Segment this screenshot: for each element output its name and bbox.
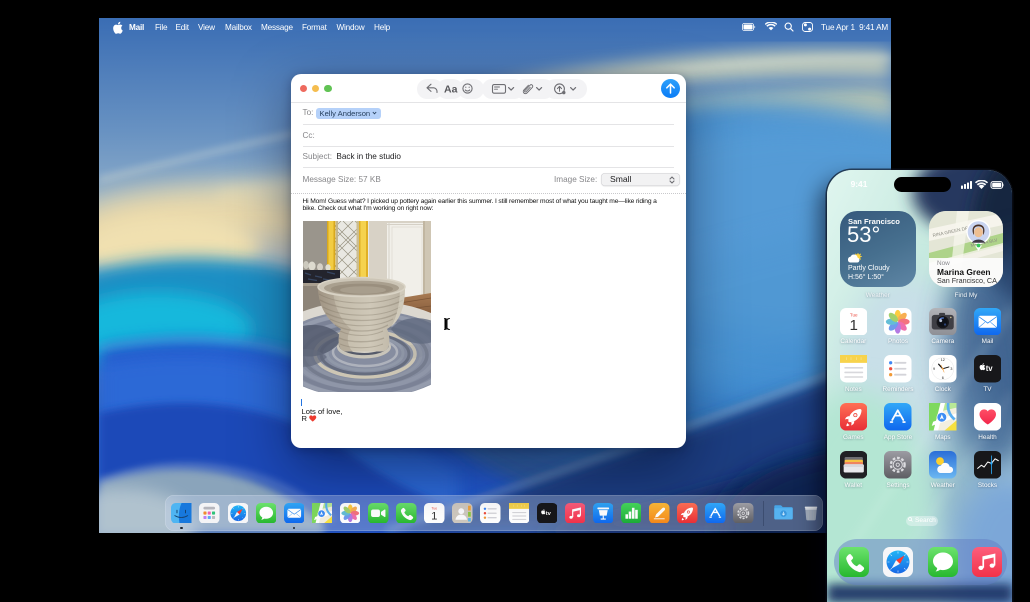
svg-text:Aa: Aa	[444, 83, 458, 95]
